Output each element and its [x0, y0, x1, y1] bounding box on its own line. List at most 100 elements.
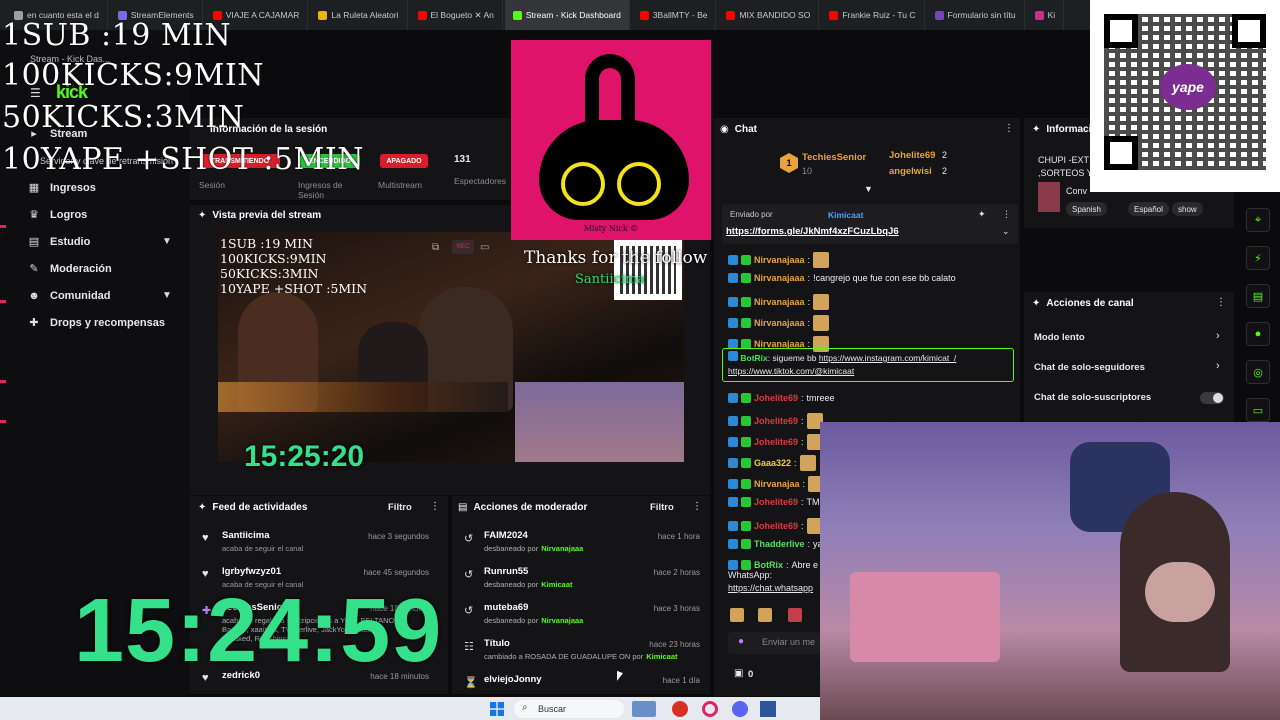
chat-username[interactable]: Johelite69: [754, 393, 798, 403]
emote-icon: [799, 455, 816, 471]
chat-username[interactable]: Nirvanajaaa: [754, 255, 805, 265]
emote-icon[interactable]: [758, 608, 772, 622]
popout-icon[interactable]: ⧉: [432, 242, 439, 253]
chat-message: Johelite69: tmreee: [728, 393, 835, 403]
more-icon[interactable]: ⋮: [692, 501, 702, 512]
tag-chip[interactable]: show: [1172, 202, 1203, 216]
botrix-message: BotRix: sigueme bb https://www.instagram…: [728, 351, 956, 363]
moderator-name[interactable]: Nirvanajaaa: [541, 616, 583, 625]
browser-tab[interactable]: Stream - Kick Dashboard: [504, 0, 630, 30]
chat-username[interactable]: Nirvanajaaa: [754, 297, 805, 307]
botrix-link[interactable]: https://www.tiktok.com/@kimicaat: [728, 366, 854, 376]
mod-action-target[interactable]: muteba69: [484, 602, 528, 613]
moderator-name[interactable]: Kimicaat: [646, 652, 677, 661]
category-thumbnail[interactable]: [1038, 182, 1060, 212]
chat-username[interactable]: Nirvanajaaa: [754, 318, 805, 328]
category-name[interactable]: Conv: [1066, 186, 1087, 196]
chat-input[interactable]: ● Enviar un me: [728, 632, 820, 654]
badge-icon: [728, 521, 738, 531]
mod-action-target[interactable]: elviejoJonny: [484, 674, 542, 685]
taskbar-search[interactable]: ⌕ Buscar: [514, 700, 624, 718]
mod-action-target[interactable]: FAIM2024: [484, 530, 528, 541]
top-gifter-name[interactable]: TechiesSenior: [802, 152, 866, 163]
more-icon[interactable]: ⋮: [430, 501, 440, 512]
sidebar-item-comunidad[interactable]: ☻ Comunidad: [28, 290, 110, 302]
chat-username[interactable]: Johelite69: [754, 497, 798, 507]
mod-action-detail: cambiado a ROSADA DE GUADALUPE ON por Kim…: [484, 652, 678, 661]
browser-tab[interactable]: Ki: [1027, 0, 1065, 30]
mod-action-target[interactable]: Runrun55: [484, 566, 528, 577]
chat-username[interactable]: Gaaa322: [754, 458, 791, 468]
pinned-link[interactable]: https://forms.gle/JkNmf4xzFCuzLbqJ6: [726, 226, 899, 237]
browser-tab[interactable]: 3BallMTY - Be: [632, 0, 717, 30]
chevron-right-icon[interactable]: ›: [1216, 360, 1220, 372]
sidebar-item-logros[interactable]: ♛ Logros: [28, 209, 87, 221]
whatsapp-link[interactable]: https://chat.whatsapp: [728, 583, 813, 593]
tag-chip[interactable]: Español: [1128, 202, 1169, 216]
subscribers-only-toggle[interactable]: [1200, 392, 1224, 404]
more-icon[interactable]: ⋮: [1002, 209, 1011, 220]
gifter-name[interactable]: angelwisi: [889, 166, 932, 177]
kicks-icon[interactable]: ▣: [734, 668, 743, 679]
trophy-icon: ♛: [29, 209, 39, 221]
moderator-name[interactable]: Kimicaat: [541, 580, 572, 589]
layout-icon[interactable]: ▭: [1246, 398, 1270, 422]
chat-username[interactable]: BotRix: [754, 560, 783, 570]
pinned-by-user[interactable]: Kimicaat: [828, 210, 863, 220]
feed-filter-button[interactable]: Filtro: [388, 502, 412, 513]
tag-chip[interactable]: Spanish: [1066, 202, 1107, 216]
lightning-icon[interactable]: ⚡: [1246, 246, 1270, 270]
slow-mode-option[interactable]: Modo lento: [1034, 332, 1085, 343]
mic-icon[interactable]: ●: [738, 636, 744, 647]
chat-username[interactable]: Johelite69: [754, 437, 798, 447]
subscribers-only-option[interactable]: Chat de solo-suscriptores: [1034, 392, 1151, 403]
discord-icon[interactable]: [732, 701, 748, 717]
chat-username[interactable]: Thadderlive: [754, 539, 805, 549]
mod-action-target[interactable]: Título: [484, 638, 510, 649]
browser-tab[interactable]: MIX BANDIDO SO: [718, 0, 820, 30]
rec-button[interactable]: REC: [452, 240, 474, 254]
chat-username[interactable]: Nirvanajaaa: [754, 273, 805, 283]
chat-bubble-icon[interactable]: ●: [1246, 322, 1270, 346]
chevron-right-icon[interactable]: ›: [1216, 330, 1220, 342]
word-icon[interactable]: [760, 701, 776, 717]
sidebar-item-estudio[interactable]: ▤ Estudio: [28, 236, 91, 248]
kicks-count: 0: [748, 669, 754, 680]
followers-only-option[interactable]: Chat de solo-seguidores: [1034, 362, 1145, 373]
taskbar-search-placeholder: Buscar: [538, 704, 567, 714]
taskbar-app-icon[interactable]: [632, 701, 656, 717]
windows-start-icon[interactable]: [490, 702, 504, 716]
camera-icon[interactable]: ⌖: [1246, 208, 1270, 232]
chat-username[interactable]: Johelite69: [754, 416, 798, 426]
chevron-down-icon[interactable]: ▼: [162, 290, 172, 301]
opera-icon[interactable]: [702, 701, 718, 717]
browser-tab[interactable]: El Bogueto ✕ An: [410, 0, 503, 30]
badge-icon: [728, 479, 738, 489]
document-icon[interactable]: ▤: [1246, 284, 1270, 308]
chevron-down-icon[interactable]: ⌄: [1002, 226, 1010, 237]
pin-icon[interactable]: ✦: [978, 209, 986, 220]
broadcast-icon[interactable]: ◎: [1246, 360, 1270, 384]
emote-icon[interactable]: [730, 608, 744, 622]
tab-favicon-icon: [726, 10, 736, 20]
chat-username[interactable]: Johelite69: [754, 521, 798, 531]
chat-username[interactable]: Nirvanajaa: [754, 479, 800, 489]
moderator-name[interactable]: Nirvanajaaa: [541, 544, 583, 553]
more-icon[interactable]: ⋮: [1004, 123, 1014, 134]
collapse-icon[interactable]: ▼: [864, 184, 873, 194]
emote-icon: [813, 252, 830, 268]
sidebar-item-moderacion[interactable]: ✎ Moderación: [28, 263, 111, 275]
sidebar-item-ingresos[interactable]: ▦ Ingresos: [28, 182, 96, 194]
sidebar-item-drops[interactable]: ✚ Drops y recompensas: [28, 317, 165, 329]
browser-tab[interactable]: Frankie Ruiz - Tu C: [821, 0, 925, 30]
theater-icon[interactable]: ▭: [480, 242, 489, 253]
more-icon[interactable]: ⋮: [1216, 297, 1226, 308]
mod-filter-button[interactable]: Filtro: [650, 502, 674, 513]
gifter-name[interactable]: Johelite69: [889, 150, 935, 161]
emote-icon[interactable]: [788, 608, 802, 622]
chrome-icon[interactable]: [672, 701, 688, 717]
chevron-down-icon[interactable]: ▼: [162, 236, 172, 247]
browser-tab[interactable]: La Ruleta Aleatori: [310, 0, 408, 30]
browser-tab[interactable]: Formulario sin títu: [927, 0, 1025, 30]
viewer-count: 131: [454, 154, 471, 165]
